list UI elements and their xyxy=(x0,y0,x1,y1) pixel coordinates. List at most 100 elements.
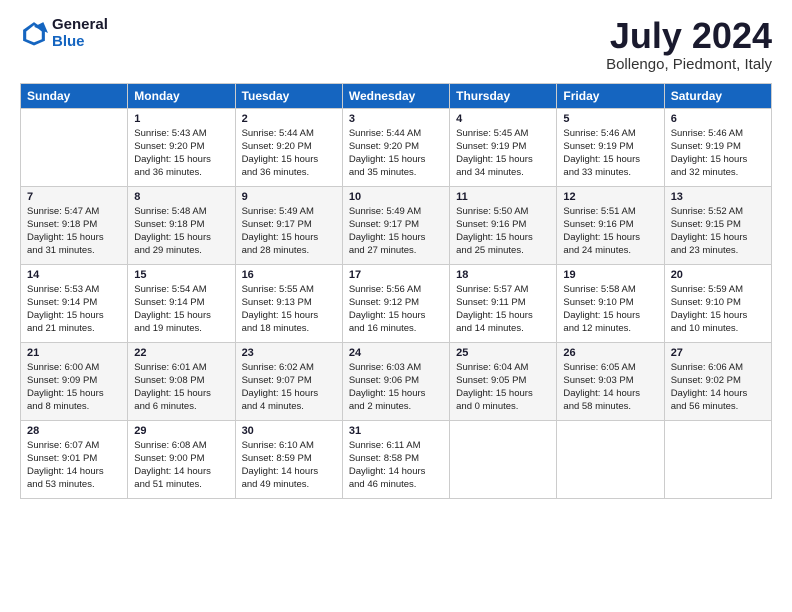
day-cell: 28Sunrise: 6:07 AM Sunset: 9:01 PM Dayli… xyxy=(21,420,128,498)
day-info: Sunrise: 5:59 AM Sunset: 9:10 PM Dayligh… xyxy=(671,283,765,336)
day-info: Sunrise: 6:01 AM Sunset: 9:08 PM Dayligh… xyxy=(134,361,228,414)
day-number: 30 xyxy=(242,425,336,437)
day-cell: 30 Sunrise: 6:10 AM Sunset: 8:59 PM Dayli… xyxy=(235,420,342,498)
header: General Blue July 2024 Bollengo, Piedmon… xyxy=(20,16,772,73)
day-info: Sunrise: 5:45 AM Sunset: 9:19 PM Dayligh… xyxy=(456,127,550,180)
day-cell: 10Sunrise: 5:49 AM Sunset: 9:17 PM Dayli… xyxy=(342,186,449,264)
week-row-4: 21 Sunrise: 6:00 AM Sunset: 9:09 PM Dayli… xyxy=(21,342,772,420)
logo-icon xyxy=(20,19,48,47)
day-number: 29 xyxy=(134,425,228,437)
day-number: 23 xyxy=(242,347,336,359)
day-number: 12 xyxy=(563,191,657,203)
page: General Blue July 2024 Bollengo, Piedmon… xyxy=(0,0,792,612)
day-number: 9 xyxy=(242,191,336,203)
day-number: 24 xyxy=(349,347,443,359)
day-number: 20 xyxy=(671,269,765,281)
day-number: 25 xyxy=(456,347,550,359)
day-info: Sunrise: 5:53 AM Sunset: 9:14 PM Dayligh… xyxy=(27,283,121,336)
day-cell: 26Sunrise: 6:05 AM Sunset: 9:03 PM Dayli… xyxy=(557,342,664,420)
day-number: 4 xyxy=(456,113,550,125)
day-cell: 3Sunrise: 5:44 AM Sunset: 9:20 PM Daylig… xyxy=(342,108,449,186)
day-cell: 31 Sunrise: 6:11 AM Sunset: 8:58 PM Dayli… xyxy=(342,420,449,498)
week-row-1: 1Sunrise: 5:43 AM Sunset: 9:20 PM Daylig… xyxy=(21,108,772,186)
title-section: July 2024 Bollengo, Piedmont, Italy xyxy=(606,16,772,73)
day-info: Sunrise: 5:47 AM Sunset: 9:18 PM Dayligh… xyxy=(27,205,121,258)
day-cell: 13Sunrise: 5:52 AM Sunset: 9:15 PM Dayli… xyxy=(664,186,771,264)
day-cell: 14 Sunrise: 5:53 AM Sunset: 9:14 PM Dayli… xyxy=(21,264,128,342)
day-number: 6 xyxy=(671,113,765,125)
day-info: Sunrise: 6:07 AM Sunset: 9:01 PM Dayligh… xyxy=(27,439,121,492)
day-number: 22 xyxy=(134,347,228,359)
day-cell: 22 Sunrise: 6:01 AM Sunset: 9:08 PM Dayli… xyxy=(128,342,235,420)
day-info: Sunrise: 6:11 AM Sunset: 8:58 PM Dayligh… xyxy=(349,439,443,492)
day-info: Sunrise: 6:00 AM Sunset: 9:09 PM Dayligh… xyxy=(27,361,121,414)
day-info: Sunrise: 5:44 AM Sunset: 9:20 PM Dayligh… xyxy=(349,127,443,180)
day-number: 21 xyxy=(27,347,121,359)
day-info: Sunrise: 5:58 AM Sunset: 9:10 PM Dayligh… xyxy=(563,283,657,336)
day-cell: 12 Sunrise: 5:51 AM Sunset: 9:16 PM Dayli… xyxy=(557,186,664,264)
day-cell: 19 Sunrise: 5:58 AM Sunset: 9:10 PM Dayli… xyxy=(557,264,664,342)
week-row-5: 28Sunrise: 6:07 AM Sunset: 9:01 PM Dayli… xyxy=(21,420,772,498)
day-cell: 11 Sunrise: 5:50 AM Sunset: 9:16 PM Dayli… xyxy=(450,186,557,264)
day-cell: 24 Sunrise: 6:03 AM Sunset: 9:06 PM Dayli… xyxy=(342,342,449,420)
day-info: Sunrise: 5:48 AM Sunset: 9:18 PM Dayligh… xyxy=(134,205,228,258)
day-cell: 21 Sunrise: 6:00 AM Sunset: 9:09 PM Dayli… xyxy=(21,342,128,420)
day-number: 2 xyxy=(242,113,336,125)
day-info: Sunrise: 6:03 AM Sunset: 9:06 PM Dayligh… xyxy=(349,361,443,414)
month-title: July 2024 xyxy=(606,16,772,56)
day-number: 7 xyxy=(27,191,121,203)
day-cell: 17Sunrise: 5:56 AM Sunset: 9:12 PM Dayli… xyxy=(342,264,449,342)
day-cell: 7 Sunrise: 5:47 AM Sunset: 9:18 PM Daylig… xyxy=(21,186,128,264)
day-info: Sunrise: 5:57 AM Sunset: 9:11 PM Dayligh… xyxy=(456,283,550,336)
location: Bollengo, Piedmont, Italy xyxy=(606,56,772,73)
day-number: 11 xyxy=(456,191,550,203)
logo: General Blue xyxy=(20,16,108,50)
day-number: 19 xyxy=(563,269,657,281)
column-header-sunday: Sunday xyxy=(21,83,128,108)
day-cell: 25Sunrise: 6:04 AM Sunset: 9:05 PM Dayli… xyxy=(450,342,557,420)
day-info: Sunrise: 6:06 AM Sunset: 9:02 PM Dayligh… xyxy=(671,361,765,414)
day-info: Sunrise: 5:51 AM Sunset: 9:16 PM Dayligh… xyxy=(563,205,657,258)
column-header-monday: Monday xyxy=(128,83,235,108)
day-info: Sunrise: 6:10 AM Sunset: 8:59 PM Dayligh… xyxy=(242,439,336,492)
day-info: Sunrise: 5:49 AM Sunset: 9:17 PM Dayligh… xyxy=(242,205,336,258)
logo-text: General Blue xyxy=(52,16,108,50)
day-number: 8 xyxy=(134,191,228,203)
column-header-friday: Friday xyxy=(557,83,664,108)
calendar-table: SundayMondayTuesdayWednesdayThursdayFrid… xyxy=(20,83,772,499)
column-header-wednesday: Wednesday xyxy=(342,83,449,108)
day-cell: 9 Sunrise: 5:49 AM Sunset: 9:17 PM Daylig… xyxy=(235,186,342,264)
day-cell: 8 Sunrise: 5:48 AM Sunset: 9:18 PM Daylig… xyxy=(128,186,235,264)
day-cell xyxy=(664,420,771,498)
day-cell: 16Sunrise: 5:55 AM Sunset: 9:13 PM Dayli… xyxy=(235,264,342,342)
day-number: 14 xyxy=(27,269,121,281)
day-info: Sunrise: 6:02 AM Sunset: 9:07 PM Dayligh… xyxy=(242,361,336,414)
day-cell: 15 Sunrise: 5:54 AM Sunset: 9:14 PM Dayli… xyxy=(128,264,235,342)
day-cell: 4 Sunrise: 5:45 AM Sunset: 9:19 PM Daylig… xyxy=(450,108,557,186)
day-number: 31 xyxy=(349,425,443,437)
day-cell: 27 Sunrise: 6:06 AM Sunset: 9:02 PM Dayli… xyxy=(664,342,771,420)
day-number: 5 xyxy=(563,113,657,125)
day-info: Sunrise: 6:08 AM Sunset: 9:00 PM Dayligh… xyxy=(134,439,228,492)
day-info: Sunrise: 5:50 AM Sunset: 9:16 PM Dayligh… xyxy=(456,205,550,258)
day-info: Sunrise: 5:54 AM Sunset: 9:14 PM Dayligh… xyxy=(134,283,228,336)
day-number: 15 xyxy=(134,269,228,281)
week-row-3: 14 Sunrise: 5:53 AM Sunset: 9:14 PM Dayli… xyxy=(21,264,772,342)
column-header-saturday: Saturday xyxy=(664,83,771,108)
column-header-thursday: Thursday xyxy=(450,83,557,108)
day-cell xyxy=(450,420,557,498)
day-cell: 2Sunrise: 5:44 AM Sunset: 9:20 PM Daylig… xyxy=(235,108,342,186)
day-number: 10 xyxy=(349,191,443,203)
day-info: Sunrise: 5:56 AM Sunset: 9:12 PM Dayligh… xyxy=(349,283,443,336)
day-cell: 18Sunrise: 5:57 AM Sunset: 9:11 PM Dayli… xyxy=(450,264,557,342)
day-info: Sunrise: 5:46 AM Sunset: 9:19 PM Dayligh… xyxy=(671,127,765,180)
day-cell xyxy=(21,108,128,186)
day-info: Sunrise: 6:05 AM Sunset: 9:03 PM Dayligh… xyxy=(563,361,657,414)
day-info: Sunrise: 5:55 AM Sunset: 9:13 PM Dayligh… xyxy=(242,283,336,336)
day-cell: 23 Sunrise: 6:02 AM Sunset: 9:07 PM Dayli… xyxy=(235,342,342,420)
day-cell xyxy=(557,420,664,498)
day-cell: 20 Sunrise: 5:59 AM Sunset: 9:10 PM Dayli… xyxy=(664,264,771,342)
day-info: Sunrise: 5:43 AM Sunset: 9:20 PM Dayligh… xyxy=(134,127,228,180)
day-number: 27 xyxy=(671,347,765,359)
week-row-2: 7 Sunrise: 5:47 AM Sunset: 9:18 PM Daylig… xyxy=(21,186,772,264)
